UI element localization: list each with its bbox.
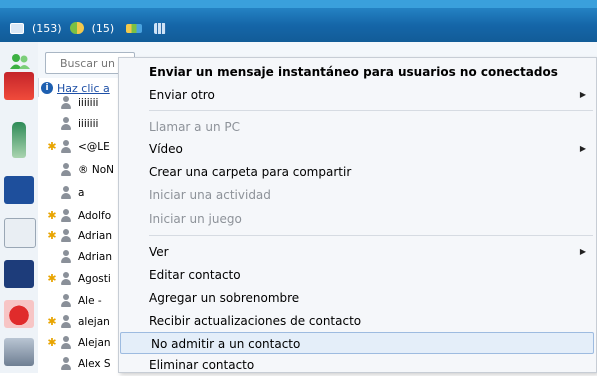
submenu-arrow-icon: ▶ — [579, 90, 586, 99]
contact-person-icon — [60, 249, 72, 264]
contact-name: a — [78, 186, 85, 199]
menu-item-receive-updates[interactable]: Recibir actualizaciones de contacto — [119, 310, 596, 332]
contact-person-icon — [60, 271, 72, 286]
contact-name: Adrian — [78, 229, 112, 242]
contact-row[interactable]: ✱ Alejan — [38, 331, 118, 354]
contact-name: Alex S — [78, 357, 111, 370]
menu-item-add-nickname[interactable]: Agregar un sobrenombre — [119, 287, 596, 309]
contact-person-icon — [60, 314, 72, 329]
contact-row[interactable]: ✱ Adrian — [38, 245, 118, 268]
contact-person-icon — [60, 228, 72, 243]
favorite-star-icon: ✱ — [46, 186, 58, 199]
menu-item-label: Vídeo — [149, 142, 183, 156]
contact-context-menu: Enviar un mensaje instantáneo para usuar… — [118, 57, 597, 373]
favorite-star-icon: ✱ — [46, 163, 58, 176]
menu-item-call-pc[interactable]: Llamar a un PC — [119, 116, 596, 138]
menu-item-label: Ver — [149, 245, 169, 259]
favorite-star-icon: ✱ — [47, 315, 57, 328]
contact-row[interactable]: ✱ Alex S — [38, 352, 118, 375]
favorite-star-icon: ✱ — [47, 272, 57, 285]
contact-name: iiiiiii — [78, 96, 99, 109]
contact-name: <@LE — [78, 140, 110, 153]
contact-name: Adolfo — [78, 209, 112, 222]
contact-row[interactable]: ✱ Adrian — [38, 224, 118, 247]
contact-name: Adrian — [78, 250, 112, 263]
contact-person-icon — [60, 293, 72, 308]
submenu-arrow-icon: ▶ — [579, 144, 586, 153]
submenu-arrow-icon: ▶ — [579, 247, 586, 256]
contact-row[interactable]: ✱ ® NoN — [38, 158, 118, 181]
favorite-star-icon: ✱ — [47, 140, 57, 153]
contact-person-icon — [60, 95, 72, 110]
menu-item-start-activity[interactable]: Iniciar una actividad — [119, 184, 596, 206]
menu-item-block-contact[interactable]: No admitir a un contacto — [120, 332, 594, 354]
contact-person-icon — [60, 335, 72, 350]
menu-separator — [149, 110, 593, 111]
menu-item-video[interactable]: Vídeo ▶ — [119, 138, 596, 160]
menu-separator — [149, 235, 593, 236]
menu-item-send-other[interactable]: Enviar otro ▶ — [119, 84, 596, 106]
menu-item-send-offline-im[interactable]: Enviar un mensaje instantáneo para usuar… — [119, 61, 596, 83]
contact-row[interactable]: ✱ <@LE — [38, 135, 118, 158]
favorite-star-icon: ✱ — [47, 229, 57, 242]
favorite-star-icon: ✱ — [46, 96, 58, 109]
top-toolbar-row: (153) (15) — [10, 19, 167, 37]
favorite-star-icon: ✱ — [46, 357, 58, 370]
contacts-icon[interactable] — [69, 22, 84, 34]
contact-person-icon — [60, 116, 72, 131]
favorite-star-icon: ✱ — [46, 250, 58, 263]
top-strip — [0, 0, 597, 8]
favorite-star-icon: ✱ — [47, 336, 57, 349]
contacts-count[interactable]: (15) — [92, 22, 115, 35]
favorite-star-icon: ✱ — [46, 117, 58, 130]
grid-icon[interactable] — [154, 22, 167, 34]
contact-row[interactable]: ✱ Ale - — [38, 289, 118, 312]
contact-person-icon — [60, 139, 72, 154]
car-icon[interactable] — [4, 338, 34, 366]
contact-row[interactable]: ✱ alejan — [38, 310, 118, 333]
top-toolbar: (153) (15) — [0, 0, 597, 42]
menu-item-edit-contact[interactable]: Editar contacto — [119, 264, 596, 286]
contact-name: Agosti — [78, 272, 111, 285]
favorite-star-icon: ✱ — [46, 294, 58, 307]
online-status-icon[interactable] — [9, 53, 31, 71]
frame-icon[interactable] — [4, 218, 36, 248]
contact-person-icon — [60, 162, 72, 177]
contact-person-icon — [60, 185, 72, 200]
contact-person-icon — [60, 356, 72, 371]
contact-row[interactable]: ✱ Agosti — [38, 267, 118, 290]
menu-item-start-game[interactable]: Iniciar un juego — [119, 208, 596, 230]
menu-item-view[interactable]: Ver ▶ — [119, 241, 596, 263]
contact-name: Ale - — [78, 294, 102, 307]
contact-list: ✱ iiiiiii ✱ iiiiiii ✱ <@LE ✱ ® NoN ✱ a ✱… — [38, 95, 118, 375]
contact-person-icon — [60, 208, 72, 223]
cola-ad-icon[interactable] — [4, 72, 34, 100]
contact-name: Alejan — [78, 336, 111, 349]
heart-icon[interactable] — [4, 300, 34, 328]
fox-sports-icon[interactable] — [4, 260, 34, 288]
contact-name: ® NoN — [78, 163, 114, 176]
contact-name: alejan — [78, 315, 110, 328]
favorite-star-icon: ✱ — [47, 209, 57, 222]
contact-row[interactable]: ✱ iiiiiii — [38, 91, 118, 114]
groups-icon[interactable] — [126, 23, 143, 33]
menu-item-create-shared-folder[interactable]: Crear una carpeta para compartir — [119, 161, 596, 183]
bottle-icon[interactable] — [12, 122, 26, 158]
mail-icon[interactable] — [10, 22, 24, 34]
contact-row[interactable]: ✱ iiiiiii — [38, 112, 118, 135]
peugeot-icon[interactable] — [4, 176, 34, 204]
left-app-column — [0, 42, 39, 373]
contact-row[interactable]: ✱ a — [38, 181, 118, 204]
menu-item-label: Enviar otro — [149, 88, 215, 102]
contact-name: iiiiiii — [78, 117, 99, 130]
mail-count[interactable]: (153) — [32, 22, 62, 35]
